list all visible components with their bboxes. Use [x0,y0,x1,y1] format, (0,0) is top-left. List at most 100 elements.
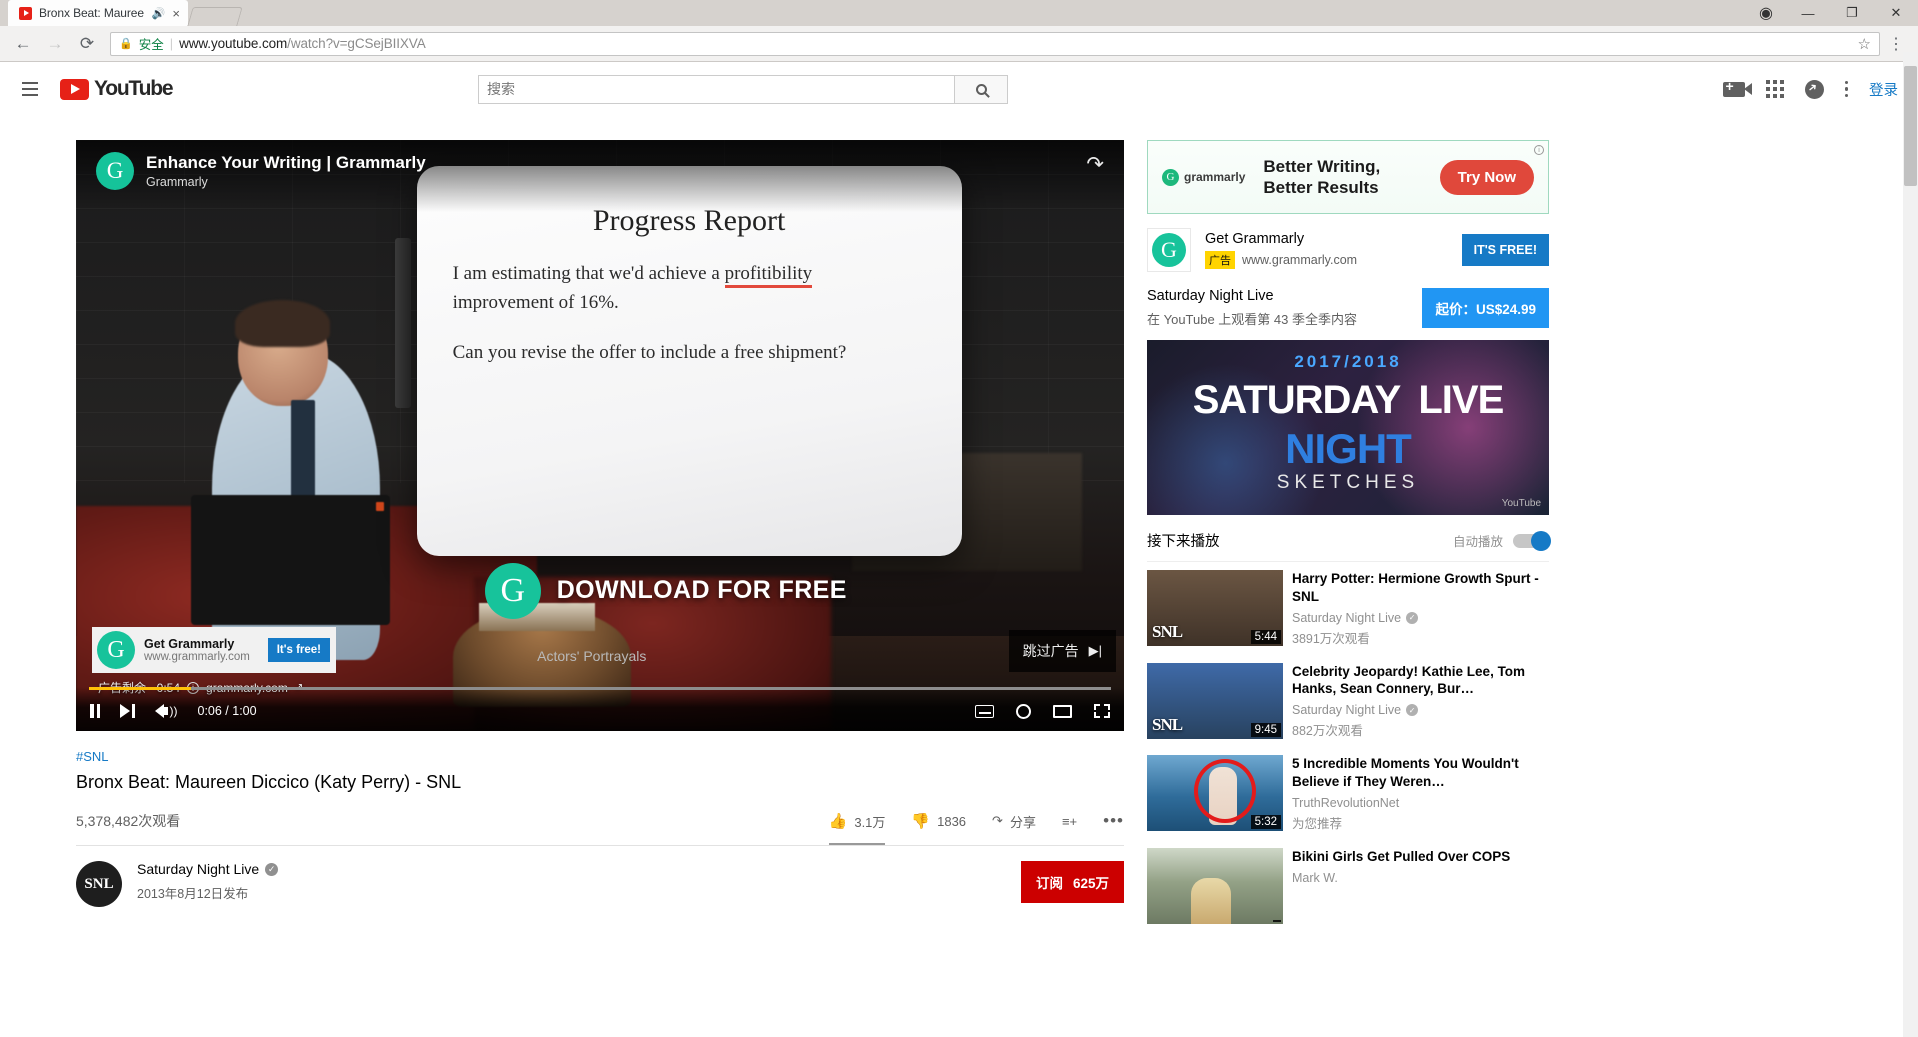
autoplay-toggle[interactable] [1513,530,1551,551]
guide-menu-icon[interactable] [14,82,52,96]
ad-video-title[interactable]: Enhance Your Writing | Grammarly [146,152,426,173]
browser-tab[interactable]: Bronx Beat: Mauree 🔊 × [8,0,188,26]
scrollbar-thumb[interactable] [1904,66,1917,186]
secure-label: 安全 [138,38,164,52]
minimize-button[interactable]: — [1786,0,1830,26]
subscribe-button[interactable]: 订阅 625万 [1020,861,1124,903]
dislike-button[interactable]: 👎 1836 [911,812,966,830]
share-arrow-icon: ↷ [992,813,1003,828]
browser-menu-icon[interactable]: ⋮ [1882,34,1910,54]
snl-banner-year: 2017/2018 [1294,352,1402,371]
bookmark-star-icon[interactable]: ☆ [1858,35,1871,53]
settings-gear-icon[interactable] [1016,703,1031,719]
apps-grid-icon[interactable] [1765,80,1784,98]
like-button[interactable]: 👍 3.1万 [828,812,886,845]
share-button[interactable]: ↷ 分享 [992,812,1036,831]
profile-icon[interactable]: ◉ [1746,0,1786,26]
save-to-playlist-button[interactable]: ≡+ [1062,814,1077,829]
list-item[interactable]: 5:32 5 Incredible Moments You Wouldn't B… [1147,747,1549,840]
promo-title: Get Grammarly [1205,231,1305,247]
messages-icon[interactable] [1804,79,1824,99]
banner-ad-headline: Better Writing, Better Results [1263,156,1380,198]
tab-audio-icon[interactable]: 🔊 [152,7,166,20]
closed-captions-icon[interactable] [975,704,994,718]
overlay-ad-card[interactable]: G Get Grammarly www.grammarly.com It's f… [92,627,336,673]
video-thumbnail[interactable] [1147,847,1283,924]
like-count: 3.1万 [854,814,886,830]
snl-price-button[interactable]: 起价：US$24.99 [1422,288,1549,328]
new-tab-button[interactable] [187,7,243,26]
toggle-knob [1531,530,1551,551]
video-thumbnail[interactable]: SNL 9:45 [1147,662,1283,739]
search-button[interactable] [955,74,1008,104]
theater-mode-icon[interactable] [1053,704,1072,718]
whiteboard-line-1: I am estimating that we'd achieve a prof… [453,260,926,289]
snl-banner-youtube-mark: YouTube [1501,498,1541,509]
video-player[interactable]: Progress Report I am estimating that we'… [76,140,1124,731]
ad-channel-name[interactable]: Grammarly [146,175,426,189]
masthead-actions: 登录 [1722,78,1898,100]
scene-laptop [191,494,391,625]
overlay-ad-text: Get Grammarly www.grammarly.com [144,637,268,663]
ad-info-icon[interactable]: i [1534,145,1544,155]
more-actions-button[interactable]: ••• [1103,811,1124,831]
snl-offer-title[interactable]: Saturday Night Live [1147,288,1422,304]
video-channel[interactable]: Saturday Night Live ✓ [1292,611,1549,625]
list-item[interactable]: Bikini Girls Get Pulled Over COPS Mark W… [1147,840,1549,932]
back-button[interactable]: ← [8,30,38,58]
page-title: Bronx Beat: Maureen Diccico (Katy Perry)… [76,772,462,792]
window-close-button[interactable]: ✕ [1874,0,1918,26]
skip-ad-button[interactable]: 跳过广告 ▶| [1008,630,1116,672]
address-bar[interactable]: 🔒 安全 | www.youtube.com/watch?v=gCSejBIIX… [110,31,1880,56]
snl-season-banner[interactable]: 2017/2018 SATURDAY LIVE NIGHT SKETCHES Y… [1147,340,1549,515]
overlay-ad-cta-button[interactable]: It's free! [267,638,330,662]
search-input[interactable] [478,74,955,104]
pause-button[interactable] [90,704,100,718]
channel-avatar[interactable]: SNL [76,861,122,907]
youtube-masthead: YouTube 登录 [0,62,1918,116]
overlay-ad-url: www.grammarly.com [144,651,250,663]
video-hashtag[interactable]: #SNL [76,749,1124,764]
video-title[interactable]: Harry Potter: Hermione Growth Spurt - SN… [1292,570,1549,606]
video-thumbnail[interactable]: SNL 5:44 [1147,570,1283,646]
sidebar-banner-ad[interactable]: G grammarly Better Writing, Better Resul… [1147,140,1549,214]
volume-button[interactable]: )) [154,704,178,718]
video-title[interactable]: Bikini Girls Get Pulled Over COPS [1292,848,1549,866]
next-video-button[interactable] [120,704,135,718]
video-thumbnail[interactable]: 5:32 [1147,755,1283,832]
its-free-button[interactable]: IT'S FREE! [1461,234,1549,266]
add-to-playlist-icon: ≡+ [1061,813,1078,829]
sign-in-button[interactable]: 登录 [1869,79,1898,100]
tab-close-icon[interactable]: × [172,7,180,20]
youtube-logo[interactable]: YouTube [60,77,174,101]
publish-date: 2013年8月12日发布 [137,887,249,901]
video-title[interactable]: 5 Incredible Moments You Wouldn't Believ… [1292,755,1549,791]
video-channel[interactable]: TruthRevolutionNet [1292,796,1549,810]
list-item[interactable]: SNL 9:45 Celebrity Jeopardy! Kathie Lee,… [1147,655,1549,748]
grammarly-brand-name: grammarly [1184,170,1246,184]
upload-video-icon[interactable] [1722,78,1752,97]
list-item[interactable]: SNL 5:44 Harry Potter: Hermione Growth S… [1147,562,1549,655]
player-share-icon[interactable]: ↷ [1086,152,1104,177]
try-now-button[interactable]: Try Now [1439,159,1534,195]
sidebar-promoted-item[interactable]: G Get Grammarly 广告 www.grammarly.com IT'… [1147,214,1549,288]
download-free-cta[interactable]: G DOWNLOAD FOR FREE [484,562,847,619]
video-title[interactable]: Celebrity Jeopardy! Kathie Lee, Tom Hank… [1292,663,1549,699]
video-channel[interactable]: Saturday Night Live ✓ [1292,703,1549,717]
forward-button[interactable]: → [40,30,70,58]
tab-title: Bronx Beat: Mauree [39,6,144,20]
page-scrollbar[interactable]: ▲ [1903,52,1918,1037]
video-channel[interactable]: Mark W. [1292,871,1549,885]
reload-button[interactable]: ⟳ [72,30,102,58]
progress-bar[interactable] [89,687,1111,690]
video-metadata: #SNL Bronx Beat: Maureen Diccico (Katy P… [76,731,1124,907]
view-count: 5,378,482次观看 [76,813,181,829]
more-vertical-icon[interactable] [1844,80,1848,98]
skip-forward-icon: ▶| [1088,643,1102,658]
snl-watermark: SNL [1152,714,1183,734]
maximize-button[interactable]: ❐ [1830,0,1874,26]
fullscreen-icon[interactable] [1094,704,1110,718]
autoplay-control[interactable]: 自动播放 [1453,530,1551,551]
channel-row: SNL Saturday Night Live ✓ 2013年8月12日发布 订… [76,846,1124,907]
channel-name[interactable]: Saturday Night Live ✓ [137,861,279,877]
